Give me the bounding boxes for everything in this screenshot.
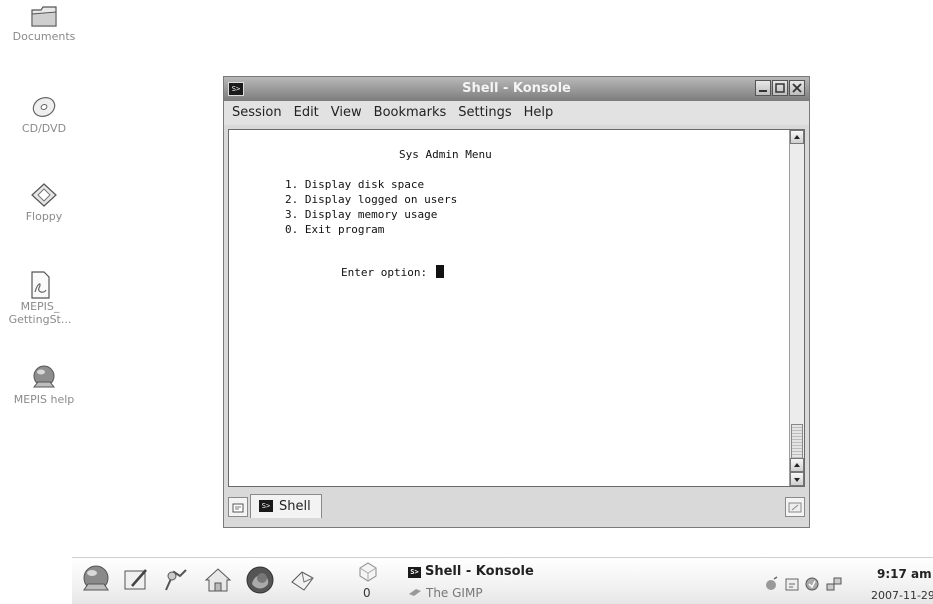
- window-titlebar[interactable]: S> Shell - Konsole: [224, 77, 809, 101]
- scroll-up-button-lower[interactable]: [790, 458, 804, 472]
- terminal-cursor: [435, 265, 444, 278]
- close-tab-icon: [788, 502, 802, 513]
- menu-view[interactable]: View: [325, 101, 368, 125]
- taskbar-task-gimp[interactable]: The GIMP: [408, 586, 483, 600]
- window-title: Shell - Konsole: [462, 81, 571, 96]
- kmenu-icon[interactable]: [80, 564, 112, 596]
- terminal-heading: Sys Admin Menu: [399, 148, 492, 161]
- firefox-icon[interactable]: [244, 564, 276, 596]
- desktop-icon-label: MEPIS help: [13, 393, 75, 406]
- terminal-option: 3. Display memory usage: [285, 208, 438, 221]
- menu-bar: Session Edit View Bookmarks Settings Help: [224, 101, 809, 125]
- taskbar-task-konsole[interactable]: S> Shell - Konsole: [408, 564, 534, 579]
- terminal-option: 1. Display disk space: [285, 178, 425, 191]
- gimp-icon: [409, 589, 421, 596]
- desktop-icon-label: MEPIS_: [20, 300, 60, 313]
- clipboard-icon[interactable]: [784, 576, 800, 592]
- desktop-icon-label: Documents: [12, 30, 76, 43]
- scroll-up-button[interactable]: [790, 130, 804, 144]
- new-tab-button[interactable]: [228, 497, 248, 517]
- terminal-prompt-line: Enter option:: [341, 265, 444, 280]
- terminal-prompt: Enter option:: [341, 266, 434, 279]
- mail-client-icon[interactable]: [286, 564, 318, 596]
- desktop-pager-icon[interactable]: [356, 560, 380, 584]
- updater-icon[interactable]: [804, 576, 820, 592]
- up-arrow-icon: [794, 135, 800, 139]
- volume-icon[interactable]: [764, 576, 780, 592]
- taskbar: 0 S> Shell - Konsole The GIMP 9:17 am 200…: [72, 557, 933, 604]
- tab-label: Shell: [279, 499, 311, 514]
- menu-session[interactable]: Session: [226, 101, 288, 125]
- task-label: Shell - Konsole: [425, 564, 534, 579]
- desktop-icon-label: CD/DVD: [21, 122, 67, 135]
- tab-bar: S> Shell: [224, 491, 809, 527]
- task-label: The GIMP: [426, 586, 483, 600]
- menu-bookmarks[interactable]: Bookmarks: [368, 101, 453, 125]
- vertical-scrollbar[interactable]: [789, 130, 804, 486]
- desktop-icon-mepis-getting-started[interactable]: MEPIS_ GettingSt...: [0, 270, 80, 326]
- maximize-icon: [775, 83, 785, 93]
- cdrom-icon: [32, 97, 56, 117]
- minimize-icon: [759, 90, 767, 92]
- desktop-icon-label: Floppy: [25, 210, 63, 223]
- new-tab-icon: [232, 503, 244, 513]
- terminal-output[interactable]: Sys Admin Menu 1. Display disk space 2. …: [229, 130, 789, 486]
- maximize-button[interactable]: [772, 80, 788, 96]
- folder-icon: [31, 6, 57, 27]
- scroll-down-button[interactable]: [790, 472, 804, 486]
- floppy-icon: [31, 183, 57, 207]
- terminal-icon: S>: [408, 567, 421, 578]
- scroll-thumb[interactable]: [791, 424, 803, 460]
- pdf-document-icon: [31, 271, 50, 299]
- desktop-icon-cd-dvd[interactable]: CD/DVD: [4, 92, 84, 135]
- help-icon: [32, 365, 56, 388]
- show-desktop-icon[interactable]: [120, 564, 152, 596]
- close-icon: [792, 83, 802, 93]
- desktop-icon-documents[interactable]: Documents: [4, 0, 84, 43]
- konsole-window: S> Shell - Konsole Session Edit View Bookma…: [223, 76, 810, 528]
- terminal-option: 2. Display logged on users: [285, 193, 458, 206]
- desktop-icon-mepis-help[interactable]: MEPIS help: [4, 363, 84, 406]
- tab-shell[interactable]: S> Shell: [250, 494, 322, 518]
- clock-date[interactable]: 2007-11-29: [871, 589, 933, 602]
- up-arrow-icon: [794, 463, 800, 467]
- close-button[interactable]: [789, 80, 805, 96]
- down-arrow-icon: [794, 478, 800, 482]
- close-tab-button[interactable]: [785, 497, 805, 517]
- menu-edit[interactable]: Edit: [288, 101, 325, 125]
- user-manager-icon[interactable]: [160, 564, 192, 596]
- terminal-icon: S>: [259, 500, 273, 512]
- desktop-icon-label-line2: GettingSt...: [8, 313, 72, 326]
- minimize-button[interactable]: [755, 80, 771, 96]
- terminal-option: 0. Exit program: [285, 223, 385, 236]
- clock-time[interactable]: 9:17 am: [877, 567, 932, 581]
- window-controls: [754, 80, 805, 98]
- home-folder-icon[interactable]: [202, 564, 234, 596]
- desktop-icon-floppy[interactable]: Floppy: [4, 180, 84, 223]
- menu-help[interactable]: Help: [518, 101, 560, 125]
- menu-settings[interactable]: Settings: [452, 101, 517, 125]
- terminal-area[interactable]: Sys Admin Menu 1. Display disk space 2. …: [228, 129, 805, 487]
- network-icon[interactable]: [826, 576, 842, 592]
- desktop-counter[interactable]: 0: [363, 586, 371, 600]
